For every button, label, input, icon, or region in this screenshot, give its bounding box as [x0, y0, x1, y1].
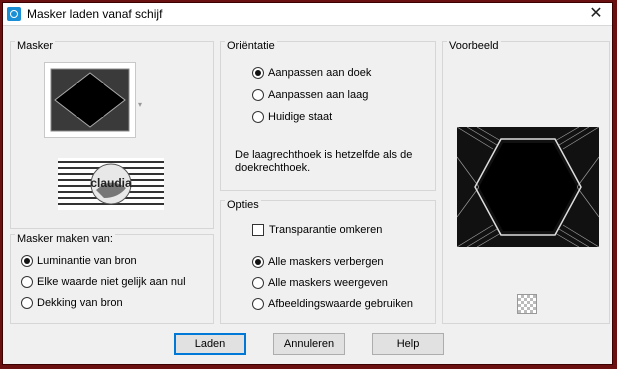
- invert-transparency-checkbox[interactable]: Transparantie omkeren: [252, 221, 382, 239]
- mask-thumbnail[interactable]: [44, 62, 136, 138]
- masker-group-label: Masker: [15, 40, 56, 52]
- radio-opacity[interactable]: Dekking van bron: [21, 294, 123, 312]
- radio-hide-all-masks-label: Alle maskers verbergen: [268, 256, 384, 268]
- radio-current-state[interactable]: Huidige staat: [252, 108, 332, 126]
- options-group: Opties Transparantie omkeren Alle masker…: [220, 199, 436, 324]
- radio-fit-layer-label: Aanpassen aan laag: [268, 89, 369, 101]
- dialog-window: Masker laden vanaf schijf ✕ Masker ▾ cla…: [2, 2, 613, 365]
- preview-group: Voorbeeld: [442, 40, 610, 324]
- radio-fit-canvas-label: Aanpassen aan doek: [268, 67, 372, 79]
- invert-transparency-box[interactable]: [252, 224, 264, 236]
- transparency-toggle-icon[interactable]: [517, 294, 537, 314]
- cancel-button[interactable]: Annuleren: [273, 333, 345, 355]
- mask-thumbnail-image: [50, 68, 130, 132]
- orientation-group: Oriëntatie Aanpassen aan doek Aanpassen …: [220, 40, 436, 191]
- radio-current-state-label: Huidige staat: [268, 111, 333, 123]
- title-bar: Masker laden vanaf schijf ✕: [3, 3, 612, 26]
- source-group: Masker maken van: Luminantie van bron El…: [10, 233, 214, 324]
- radio-luminance-label: Luminantie van bron: [37, 255, 137, 267]
- radio-use-image-value-indicator[interactable]: [252, 298, 264, 310]
- invert-transparency-label: Transparantie omkeren: [269, 224, 383, 236]
- radio-current-state-indicator[interactable]: [252, 111, 264, 123]
- radio-luminance-indicator[interactable]: [21, 255, 33, 267]
- radio-show-all-masks-label: Alle maskers weergeven: [268, 277, 388, 289]
- watermark-text: claudia: [90, 176, 132, 190]
- help-button[interactable]: Help: [372, 333, 444, 355]
- radio-fit-layer-indicator[interactable]: [252, 89, 264, 101]
- radio-fit-layer[interactable]: Aanpassen aan laag: [252, 86, 368, 104]
- app-icon: [7, 7, 21, 21]
- radio-nonzero-label: Elke waarde niet gelijk aan nul: [37, 276, 186, 288]
- watermark-logo: claudia: [58, 158, 164, 210]
- window-title: Masker laden vanaf schijf: [27, 7, 163, 21]
- masker-group: Masker ▾ claudia: [10, 40, 214, 229]
- radio-nonzero[interactable]: Elke waarde niet gelijk aan nul: [21, 273, 186, 291]
- options-group-label: Opties: [225, 199, 261, 211]
- radio-show-all-masks[interactable]: Alle maskers weergeven: [252, 274, 388, 292]
- radio-use-image-value-label: Afbeeldingswaarde gebruiken: [268, 298, 413, 310]
- orientation-group-label: Oriëntatie: [225, 40, 277, 52]
- mask-dropdown-arrow[interactable]: ▾: [138, 100, 146, 109]
- radio-nonzero-indicator[interactable]: [21, 276, 33, 288]
- radio-hide-all-masks-indicator[interactable]: [252, 256, 264, 268]
- preview-group-label: Voorbeeld: [447, 40, 501, 52]
- radio-fit-canvas-indicator[interactable]: [252, 67, 264, 79]
- preview-image: [456, 126, 600, 248]
- orientation-note: De laagrechthoek is hetzelfde als de doe…: [235, 149, 413, 174]
- source-group-label: Masker maken van:: [15, 233, 115, 245]
- radio-hide-all-masks[interactable]: Alle maskers verbergen: [252, 253, 384, 271]
- close-icon[interactable]: ✕: [586, 4, 606, 24]
- radio-opacity-label: Dekking van bron: [37, 297, 123, 309]
- radio-fit-canvas[interactable]: Aanpassen aan doek: [252, 64, 371, 82]
- radio-luminance[interactable]: Luminantie van bron: [21, 252, 137, 270]
- radio-use-image-value[interactable]: Afbeeldingswaarde gebruiken: [252, 295, 413, 313]
- load-button[interactable]: Laden: [174, 333, 246, 355]
- radio-opacity-indicator[interactable]: [21, 297, 33, 309]
- radio-show-all-masks-indicator[interactable]: [252, 277, 264, 289]
